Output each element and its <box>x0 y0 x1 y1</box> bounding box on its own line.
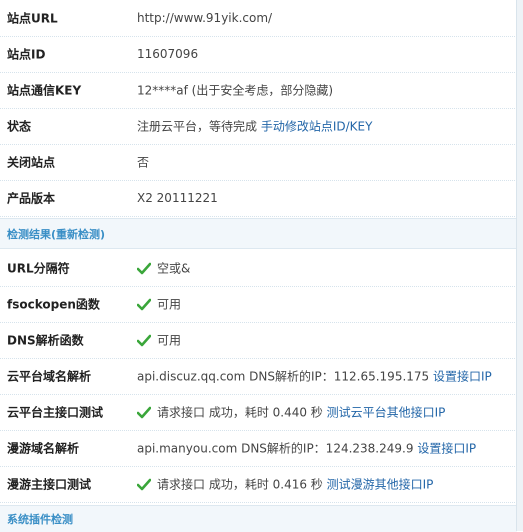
section-detection-results: 检测结果(重新检测) <box>0 218 517 249</box>
site-id-label: 站点ID <box>7 47 46 62</box>
site-closed-label: 关闭站点 <box>7 155 56 170</box>
plugin-detection-title: 系统插件检测 <box>7 513 73 526</box>
check-icon <box>137 262 151 275</box>
url-separator-value: 空或& <box>137 260 190 277</box>
check-icon <box>137 298 151 311</box>
row-status: 状态 注册云平台，等待完成 手动修改站点ID/KEY <box>0 108 517 145</box>
status-text: 注册云平台，等待完成 <box>137 119 258 134</box>
url-separator-label: URL分隔符 <box>7 261 70 276</box>
roam-set-ip-link[interactable]: 设置接口IP <box>417 442 476 456</box>
site-key-label: 站点通信KEY <box>7 83 82 98</box>
url-separator-text: 空或& <box>157 261 191 276</box>
cloud-dns-value: api.discuz.qq.com DNS解析的IP：112.65.195.17… <box>137 368 492 385</box>
row-site-url: 站点URL http://www.91yik.com/ <box>0 0 517 37</box>
row-dns-function: DNS解析函数 可用 <box>0 322 517 359</box>
fsockopen-label: fsockopen函数 <box>7 297 100 312</box>
dns-function-text: 可用 <box>157 333 182 348</box>
row-url-separator: URL分隔符 空或& <box>0 250 517 287</box>
cloud-diagnostics-panel: 站点URL http://www.91yik.com/ 站点ID 1160709… <box>0 0 517 532</box>
cloud-api-test-text: 请求接口 成功，耗时 0.440 秒 <box>157 405 323 420</box>
roam-api-test-label: 漫游主接口测试 <box>7 477 92 492</box>
roam-dns-value: api.manyou.com DNS解析的IP：124.238.249.9 设置… <box>137 440 476 457</box>
row-cloud-dns: 云平台域名解析 api.discuz.qq.com DNS解析的IP：112.6… <box>0 358 517 395</box>
row-site-closed: 关闭站点 否 <box>0 144 517 181</box>
row-product-version: 产品版本 X2 20111221 <box>0 180 517 217</box>
modify-site-id-key-link[interactable]: 手动修改站点ID/KEY <box>261 120 373 134</box>
check-icon <box>137 406 151 419</box>
check-icon <box>137 478 151 491</box>
site-url-value: http://www.91yik.com/ <box>137 11 273 25</box>
cloud-dns-label: 云平台域名解析 <box>7 369 92 384</box>
cloud-api-test-value: 请求接口 成功，耗时 0.440 秒 测试云平台其他接口IP <box>137 404 445 421</box>
row-roam-api-test: 漫游主接口测试 请求接口 成功，耗时 0.416 秒 测试漫游其他接口IP <box>0 466 517 503</box>
scrollbar[interactable] <box>516 0 523 531</box>
roam-dns-label: 漫游域名解析 <box>7 441 80 456</box>
cloud-set-ip-link[interactable]: 设置接口IP <box>433 370 492 384</box>
status-label: 状态 <box>7 119 32 134</box>
product-version-label: 产品版本 <box>7 191 56 206</box>
section-plugin-detection: 系统插件检测 <box>0 505 517 532</box>
detection-results-title: 检测结果 <box>7 227 51 241</box>
site-closed-value: 否 <box>137 155 150 170</box>
cloud-dns-text: api.discuz.qq.com DNS解析的IP：112.65.195.17… <box>137 369 430 384</box>
dns-function-value: 可用 <box>137 332 181 349</box>
roam-api-test-value: 请求接口 成功，耗时 0.416 秒 测试漫游其他接口IP <box>137 476 433 493</box>
site-url-label: 站点URL <box>7 11 58 26</box>
row-roam-dns: 漫游域名解析 api.manyou.com DNS解析的IP：124.238.2… <box>0 430 517 467</box>
roam-api-test-text: 请求接口 成功，耗时 0.416 秒 <box>157 477 323 492</box>
test-cloud-other-ip-link[interactable]: 测试云平台其他接口IP <box>327 406 446 420</box>
section-detection-title: 检测结果(重新检测) <box>7 227 106 241</box>
dns-function-label: DNS解析函数 <box>7 333 84 348</box>
check-icon <box>137 334 151 347</box>
product-version-value: X2 20111221 <box>137 191 218 205</box>
cloud-api-test-label: 云平台主接口测试 <box>7 405 104 420</box>
row-cloud-api-test: 云平台主接口测试 请求接口 成功，耗时 0.440 秒 测试云平台其他接口IP <box>0 394 517 431</box>
status-value: 注册云平台，等待完成 手动修改站点ID/KEY <box>137 118 372 135</box>
row-site-id: 站点ID 11607096 <box>0 36 517 73</box>
test-roam-other-ip-link[interactable]: 测试漫游其他接口IP <box>327 478 434 492</box>
roam-dns-text: api.manyou.com DNS解析的IP：124.238.249.9 <box>137 441 414 456</box>
site-key-value: 12****af (出于安全考虑，部分隐藏) <box>137 83 334 98</box>
site-id-value: 11607096 <box>137 47 199 61</box>
fsockopen-value: 可用 <box>137 296 181 313</box>
recheck-link[interactable]: 重新检测 <box>56 228 100 241</box>
fsockopen-text: 可用 <box>157 297 182 312</box>
row-fsockopen: fsockopen函数 可用 <box>0 286 517 323</box>
row-site-key: 站点通信KEY 12****af (出于安全考虑，部分隐藏) <box>0 72 517 109</box>
